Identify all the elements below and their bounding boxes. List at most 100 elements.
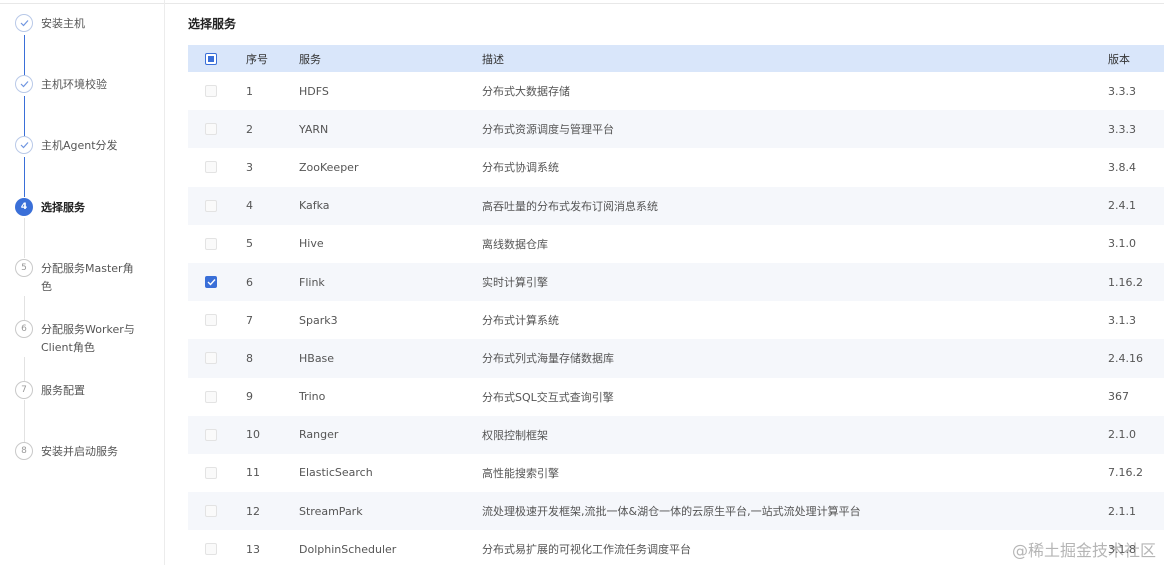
wizard-steps: 安装主机 主机环境校验 主机Agent分发 4 选择服务 5 分配服务Maste… <box>0 0 165 565</box>
cell-index: 5 <box>233 237 286 250</box>
cell-service: Ranger <box>286 428 469 441</box>
step-number: 7 <box>15 381 33 399</box>
row-checkbox[interactable] <box>205 467 217 479</box>
cell-version: 3.1.3 <box>1095 314 1164 327</box>
cell-description: 权限控制框架 <box>469 427 1095 443</box>
cell-description: 离线数据仓库 <box>469 236 1095 252</box>
cell-index: 4 <box>233 199 286 212</box>
cell-service: Trino <box>286 390 469 403</box>
select-all-checkbox[interactable] <box>205 53 217 65</box>
row-checkbox[interactable] <box>205 429 217 441</box>
table-row[interactable]: 9Trino分布式SQL交互式查询引擎367 <box>188 378 1164 416</box>
cell-version: 3.3.3 <box>1095 85 1164 98</box>
table-row[interactable]: 1HDFS分布式大数据存储3.3.3 <box>188 72 1164 110</box>
cell-description: 分布式计算系统 <box>469 312 1095 328</box>
cell-index: 8 <box>233 352 286 365</box>
table-row[interactable]: 2YARN分布式资源调度与管理平台3.3.3 <box>188 110 1164 148</box>
cell-description: 分布式协调系统 <box>469 159 1095 175</box>
cell-version: 2.1.0 <box>1095 428 1164 441</box>
cell-index: 3 <box>233 161 286 174</box>
row-checkbox[interactable] <box>205 276 217 288</box>
cell-index: 10 <box>233 428 286 441</box>
row-checkbox[interactable] <box>205 123 217 135</box>
page-title: 选择服务 <box>188 15 236 32</box>
step-connector <box>24 357 25 381</box>
row-checkbox[interactable] <box>205 352 217 364</box>
step-connector <box>24 218 25 258</box>
step-label: 安装并启动服务 <box>41 443 143 461</box>
step-number: 5 <box>15 259 33 277</box>
cell-version: 2.4.1 <box>1095 199 1164 212</box>
cell-index: 7 <box>233 314 286 327</box>
cell-description: 分布式SQL交互式查询引擎 <box>469 389 1095 405</box>
table-row[interactable]: 10Ranger权限控制框架2.1.0 <box>188 416 1164 454</box>
row-checkbox[interactable] <box>205 85 217 97</box>
table-row[interactable]: 8HBase分布式列式海量存储数据库2.4.16 <box>188 339 1164 377</box>
cell-version: 3.3.3 <box>1095 123 1164 136</box>
step-number: 6 <box>15 320 33 338</box>
cell-service: ZooKeeper <box>286 161 469 174</box>
cell-version: 2.4.16 <box>1095 352 1164 365</box>
header-service: 服务 <box>286 51 469 67</box>
step-number: 4 <box>15 198 33 216</box>
services-table: 序号 服务 描述 版本 1HDFS分布式大数据存储3.3.32YARN分布式资源… <box>188 45 1164 568</box>
cell-service: ElasticSearch <box>286 466 469 479</box>
check-icon <box>207 278 216 286</box>
table-header: 序号 服务 描述 版本 <box>188 45 1164 72</box>
step-label: 主机Agent分发 <box>41 137 143 155</box>
step-label: 主机环境校验 <box>41 76 143 94</box>
step-number: 8 <box>15 442 33 460</box>
cell-index: 9 <box>233 390 286 403</box>
cell-index: 13 <box>233 543 286 556</box>
cell-service: HBase <box>286 352 469 365</box>
table-row[interactable]: 4Kafka高吞吐量的分布式发布订阅消息系统2.4.1 <box>188 187 1164 225</box>
step-connector <box>24 400 25 442</box>
step-label: 服务配置 <box>41 382 143 400</box>
row-checkbox[interactable] <box>205 505 217 517</box>
row-checkbox[interactable] <box>205 161 217 173</box>
check-icon <box>15 75 33 93</box>
cell-description: 分布式列式海量存储数据库 <box>469 350 1095 366</box>
cell-service: YARN <box>286 123 469 136</box>
table-row[interactable]: 5Hive离线数据仓库3.1.0 <box>188 225 1164 263</box>
cell-service: Spark3 <box>286 314 469 327</box>
cell-description: 分布式易扩展的可视化工作流任务调度平台 <box>469 541 1095 557</box>
cell-version: 3.1.0 <box>1095 237 1164 250</box>
top-divider <box>0 0 1164 4</box>
step-connector <box>24 157 25 197</box>
header-index: 序号 <box>233 51 286 67</box>
cell-service: HDFS <box>286 85 469 98</box>
cell-version: 7.16.2 <box>1095 466 1164 479</box>
step-label: 安装主机 <box>41 15 143 33</box>
cell-service: Hive <box>286 237 469 250</box>
header-version: 版本 <box>1095 51 1164 67</box>
step-connector <box>24 35 25 75</box>
cell-service: DolphinScheduler <box>286 543 469 556</box>
row-checkbox[interactable] <box>205 543 217 555</box>
step-label: 分配服务Master角色 <box>41 260 143 296</box>
row-checkbox[interactable] <box>205 200 217 212</box>
table-row[interactable]: 6Flink实时计算引擎1.16.2 <box>188 263 1164 301</box>
cell-index: 2 <box>233 123 286 136</box>
cell-description: 高吞吐量的分布式发布订阅消息系统 <box>469 198 1095 214</box>
cell-index: 12 <box>233 505 286 518</box>
table-row[interactable]: 12StreamPark流处理极速开发框架,流批一体&湖仓一体的云原生平台,一站… <box>188 492 1164 530</box>
cell-version: 367 <box>1095 390 1164 403</box>
table-row[interactable]: 7Spark3分布式计算系统3.1.3 <box>188 301 1164 339</box>
watermark: @稀土掘金技术社区 <box>1012 537 1156 561</box>
check-icon <box>15 136 33 154</box>
table-row[interactable]: 3ZooKeeper分布式协调系统3.8.4 <box>188 148 1164 186</box>
step-label: 选择服务 <box>41 199 143 217</box>
step-label: 分配服务Worker与Client角色 <box>41 321 143 357</box>
cell-index: 11 <box>233 466 286 479</box>
cell-version: 3.8.4 <box>1095 161 1164 174</box>
row-checkbox[interactable] <box>205 314 217 326</box>
row-checkbox[interactable] <box>205 391 217 403</box>
cell-service: Flink <box>286 276 469 289</box>
table-body: 1HDFS分布式大数据存储3.3.32YARN分布式资源调度与管理平台3.3.3… <box>188 72 1164 568</box>
step-connector <box>24 96 25 136</box>
cell-service: StreamPark <box>286 505 469 518</box>
row-checkbox[interactable] <box>205 238 217 250</box>
step-connector <box>24 296 25 320</box>
table-row[interactable]: 11ElasticSearch高性能搜索引擎7.16.2 <box>188 454 1164 492</box>
